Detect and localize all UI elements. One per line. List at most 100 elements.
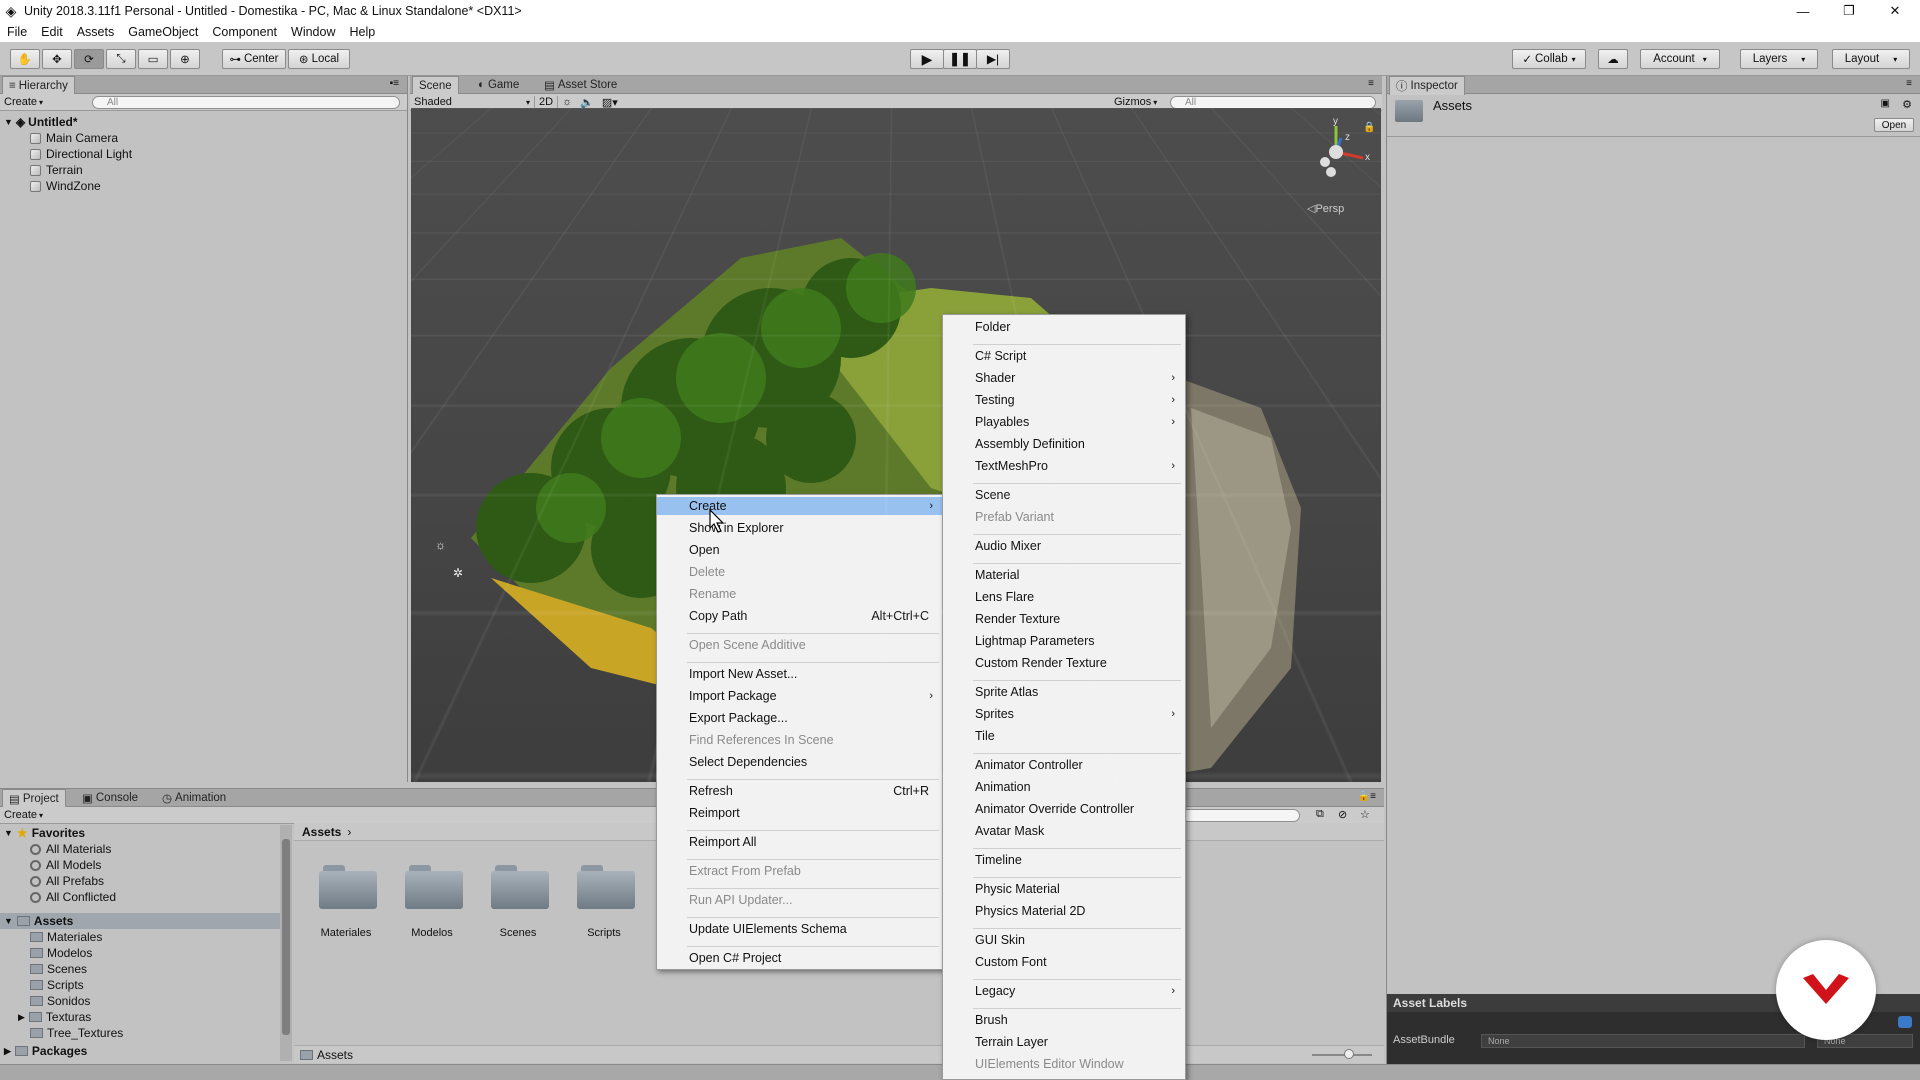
menu-item-animator-override-controller[interactable]: Animator Override Controller <box>943 800 1185 818</box>
menu-item-avatar-mask[interactable]: Avatar Mask <box>943 822 1185 840</box>
orientation-gizmo[interactable]: y x z <box>1301 116 1371 180</box>
tab-console[interactable]: ▣ Console <box>76 789 144 807</box>
menu-item-lightmap-parameters[interactable]: Lightmap Parameters <box>943 632 1185 650</box>
menu-item-custom-font[interactable]: Custom Font <box>943 953 1185 971</box>
menu-item-sprite-atlas[interactable]: Sprite Atlas <box>943 683 1185 701</box>
help-icon[interactable]: ▣ <box>1881 98 1890 109</box>
restore-icon[interactable]: ❐ <box>1826 0 1872 22</box>
menu-item-reimport[interactable]: Reimport <box>657 804 943 822</box>
gear-icon[interactable]: ⚙ <box>1902 98 1912 111</box>
collab-button[interactable]: ✓ Collab ▾ <box>1512 49 1586 69</box>
menu-item-legacy[interactable]: Legacy › <box>943 982 1185 1000</box>
menu-item-reimport-all[interactable]: Reimport All <box>657 833 943 851</box>
tree-folder[interactable]: Scenes <box>30 961 87 977</box>
menu-item-refresh[interactable]: Refresh Ctrl+R <box>657 782 943 800</box>
open-button[interactable]: Open <box>1874 118 1914 132</box>
menu-item-import-new-asset[interactable]: Import New Asset... <box>657 665 943 683</box>
account-button[interactable]: Account ▾ <box>1640 49 1720 69</box>
tab-project[interactable]: ▤ Project <box>2 789 66 808</box>
menu-item-testing[interactable]: Testing › <box>943 391 1185 409</box>
project-create-dropdown[interactable]: Create ▾ <box>0 809 47 821</box>
folder-tile-label[interactable]: Scripts <box>564 927 644 939</box>
menu-item-folder[interactable]: Folder <box>943 318 1185 336</box>
menu-item-lens-flare[interactable]: Lens Flare <box>943 588 1185 606</box>
tree-favorite-item[interactable]: All Conflicted <box>30 889 116 905</box>
tree-favorite-item[interactable]: All Prefabs <box>30 873 104 889</box>
menu-item-timeline[interactable]: Timeline <box>943 851 1185 869</box>
menu-item-shader[interactable]: Shader › <box>943 369 1185 387</box>
menu-window[interactable]: Window <box>284 25 342 39</box>
tab-scene[interactable]: Scene <box>412 76 459 95</box>
menu-item-create[interactable]: Create › <box>657 497 943 515</box>
tab-animation[interactable]: ◷ Animation <box>156 789 232 807</box>
pause-button[interactable]: ❚❚ <box>943 49 977 69</box>
menu-item-terrain-layer[interactable]: Terrain Layer <box>943 1033 1185 1051</box>
transform-tool-icon[interactable]: ⊕ <box>170 49 200 69</box>
tree-favorite-item[interactable]: All Models <box>30 857 101 873</box>
step-button[interactable]: ▶| <box>976 49 1010 69</box>
tab-asset-store[interactable]: ▤ Asset Store <box>538 76 623 94</box>
hand-tool-icon[interactable]: ✋ <box>10 49 40 69</box>
move-tool-icon[interactable]: ✥ <box>42 49 72 69</box>
menu-help[interactable]: Help <box>342 25 382 39</box>
windzone-gizmo-icon[interactable]: ✲ <box>453 566 463 580</box>
scale-tool-icon[interactable]: ⤡ <box>106 49 136 69</box>
hierarchy-item[interactable]: Terrain <box>30 162 83 178</box>
menu-item-select-dependencies[interactable]: Select Dependencies <box>657 753 943 771</box>
folder-tile[interactable] <box>577 865 635 909</box>
menu-component[interactable]: Component <box>205 25 284 39</box>
tree-folder[interactable]: ▶ Texturas <box>18 1009 91 1025</box>
menu-item-copy-path[interactable]: Copy Path Alt+Ctrl+C <box>657 607 943 625</box>
pivot-center-button[interactable]: ⊶ Center <box>222 49 286 69</box>
tree-folder[interactable]: Scripts <box>30 977 84 993</box>
persp-label[interactable]: ◁Persp <box>1307 202 1344 215</box>
rotate-tool-icon[interactable]: ⟳ <box>74 49 104 69</box>
folder-tile-label[interactable]: Materiales <box>306 927 386 939</box>
menu-item-export-package[interactable]: Export Package... <box>657 709 943 727</box>
tab-inspector[interactable]: ⓘ Inspector <box>1389 76 1465 95</box>
hierarchy-item[interactable]: WindZone <box>30 178 101 194</box>
menu-item-physic-material[interactable]: Physic Material <box>943 880 1185 898</box>
menu-item-material[interactable]: Material <box>943 566 1185 584</box>
tree-favorite-item[interactable]: All Materials <box>30 841 111 857</box>
tree-folder[interactable]: Sonidos <box>30 993 90 1009</box>
menu-item-brush[interactable]: Brush <box>943 1011 1185 1029</box>
menu-item-playables[interactable]: Playables › <box>943 413 1185 431</box>
layers-dropdown[interactable]: Layers ▾ <box>1740 49 1818 69</box>
hierarchy-item[interactable]: Main Camera <box>30 130 118 146</box>
lock-icon[interactable]: 🔒 <box>1363 122 1375 133</box>
minimize-icon[interactable]: — <box>1780 0 1826 22</box>
close-icon[interactable]: ✕ <box>1872 0 1918 22</box>
zoom-slider-thumb[interactable] <box>1344 1049 1354 1059</box>
folder-tile[interactable] <box>405 865 463 909</box>
menu-file[interactable]: File <box>0 25 34 39</box>
breadcrumb-assets[interactable]: Assets <box>302 825 341 839</box>
mode-2d-toggle[interactable]: 2D <box>534 96 559 108</box>
filter-label-icon[interactable]: ⊘ <box>1338 808 1347 821</box>
panel-menu-icon[interactable]: 🔒≡ <box>1358 791 1376 802</box>
tree-folder[interactable]: Modelos <box>30 945 92 961</box>
menu-item-textmeshpro[interactable]: TextMeshPro › <box>943 457 1185 475</box>
menu-assets[interactable]: Assets <box>70 25 122 39</box>
hierarchy-item[interactable]: Directional Light <box>30 146 132 162</box>
hierarchy-search-input[interactable]: All <box>92 96 400 109</box>
scene-root[interactable]: ▼ ◈ Untitled* <box>4 114 78 130</box>
tree-folder[interactable]: Tree_Textures <box>30 1025 123 1041</box>
menu-item-assembly-definition[interactable]: Assembly Definition <box>943 435 1185 453</box>
tree-folder[interactable]: Materiales <box>30 929 102 945</box>
tree-packages[interactable]: ▶ Packages <box>4 1043 87 1059</box>
menu-item-show-in-explorer[interactable]: Show in Explorer <box>657 519 943 537</box>
menu-item-open-c-project[interactable]: Open C# Project <box>657 949 943 967</box>
folder-tile[interactable] <box>319 865 377 909</box>
tree-scrollbar[interactable] <box>280 825 292 1061</box>
tree-scrollbar-thumb[interactable] <box>282 839 290 1035</box>
menu-item-update-uielements-schema[interactable]: Update UIElements Schema <box>657 920 943 938</box>
hierarchy-create-dropdown[interactable]: Create ▾ <box>0 96 47 108</box>
menu-item-open[interactable]: Open <box>657 541 943 559</box>
lighting-icon[interactable]: ☼ <box>558 96 576 108</box>
tree-assets[interactable]: ▼ Assets <box>0 913 280 929</box>
space-local-button[interactable]: ⊛ Local <box>288 49 350 69</box>
panel-menu-icon[interactable]: ▪≡ <box>390 78 399 89</box>
audio-icon[interactable]: 🔈 <box>576 96 598 109</box>
play-button[interactable]: ▶ <box>910 49 944 69</box>
